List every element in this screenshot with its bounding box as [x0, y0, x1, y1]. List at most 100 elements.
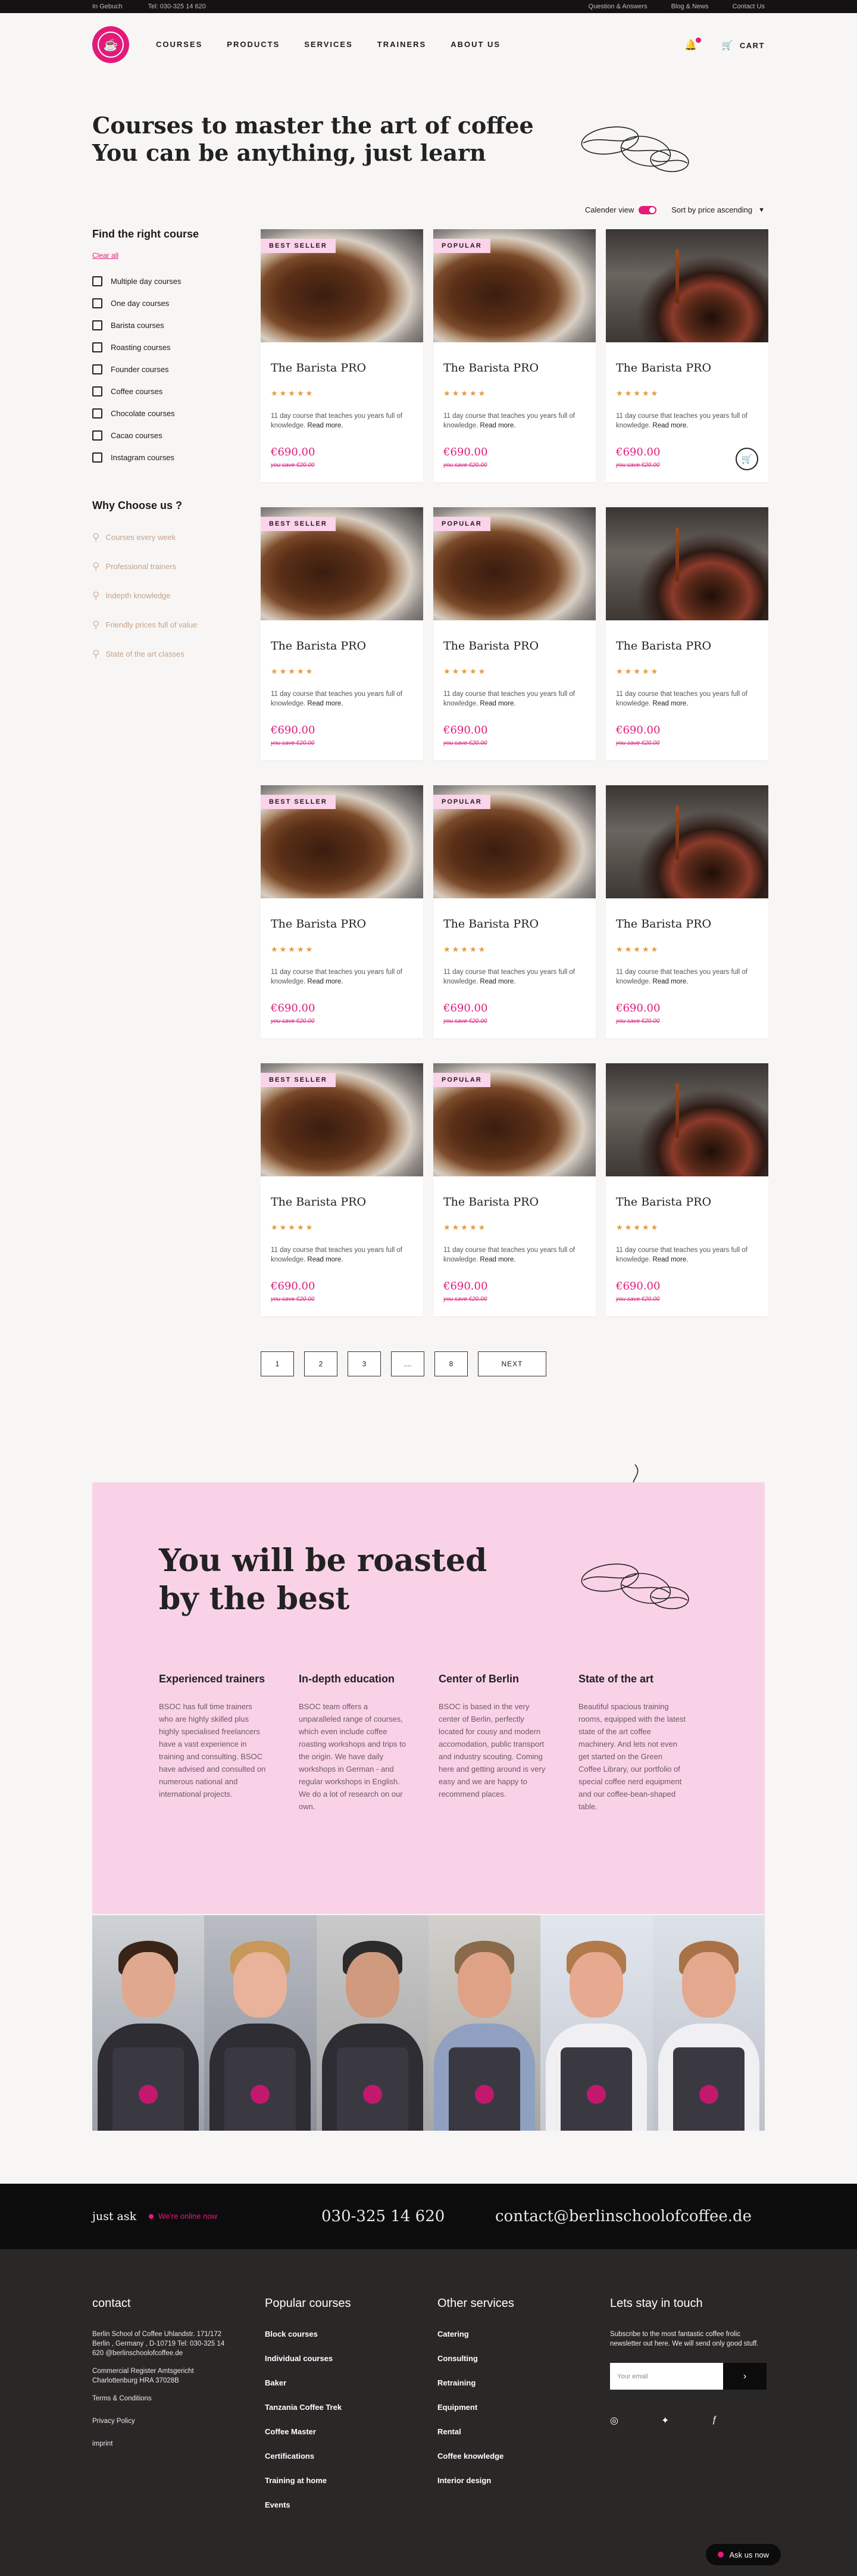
page-8[interactable]: 8 — [434, 1351, 468, 1376]
read-more-link[interactable]: Read more. — [652, 700, 688, 707]
checkbox[interactable] — [92, 430, 102, 441]
course-card[interactable]: The Barista PRO ★★★★★ 11 day course that t… — [606, 507, 768, 760]
footer-popular-item[interactable]: Events — [265, 2500, 351, 2525]
nav-courses[interactable]: COURSES — [156, 40, 202, 49]
read-more-link[interactable]: Read more. — [307, 1256, 343, 1263]
footer-link-privacy[interactable]: Privacy Policy — [92, 2416, 247, 2426]
course-title[interactable]: The Barista PRO — [616, 917, 711, 931]
read-more-link[interactable]: Read more. — [480, 978, 515, 985]
footer-link-imprint[interactable]: imprint — [92, 2439, 247, 2449]
footer-popular-item[interactable]: Block courses — [265, 2330, 351, 2354]
read-more-link[interactable]: Read more. — [307, 700, 343, 707]
checkbox[interactable] — [92, 298, 102, 308]
course-card[interactable]: BEST SELLER The Barista PRO ★★★★★ 11 day co… — [261, 507, 423, 760]
course-card[interactable]: BEST SELLER The Barista PRO ★★★★★ 11 day co… — [261, 229, 423, 482]
filter-multiple-day[interactable]: Multiple day courses — [92, 270, 253, 292]
topbar-link-qa[interactable]: Question & Answers — [589, 3, 648, 10]
read-more-link[interactable]: Read more. — [480, 1256, 515, 1263]
page-3[interactable]: 3 — [348, 1351, 381, 1376]
footer-popular-item[interactable]: Baker — [265, 2378, 351, 2403]
course-title[interactable]: The Barista PRO — [271, 1195, 366, 1209]
footer-service-item[interactable]: Catering — [437, 2330, 514, 2354]
course-title[interactable]: The Barista PRO — [443, 1195, 539, 1209]
nav-services[interactable]: SERVICES — [304, 40, 353, 49]
course-title[interactable]: The Barista PRO — [616, 361, 711, 374]
filter-roasting[interactable]: Roasting courses — [92, 336, 253, 358]
newsletter-submit-button[interactable]: › — [723, 2363, 767, 2390]
footer-popular-item[interactable]: Training at home — [265, 2476, 351, 2500]
topbar-link-contact[interactable]: Contact Us — [733, 3, 765, 10]
course-card[interactable]: POPULAR The Barista PRO ★★★★★ 11 day course… — [433, 507, 596, 760]
nav-about[interactable]: ABOUT US — [451, 40, 501, 49]
course-card[interactable]: POPULAR The Barista PRO ★★★★★ 11 day course… — [433, 1063, 596, 1316]
footer-service-item[interactable]: Interior design — [437, 2476, 514, 2500]
facebook-icon[interactable]: ƒ — [712, 2415, 717, 2427]
read-more-link[interactable]: Read more. — [307, 422, 343, 429]
course-title[interactable]: The Barista PRO — [443, 639, 539, 652]
nav-products[interactable]: PRODUCTS — [227, 40, 280, 49]
footer-service-item[interactable]: Consulting — [437, 2354, 514, 2378]
filter-barista[interactable]: Barista courses — [92, 314, 253, 336]
topbar-location[interactable]: In Gebuch — [92, 3, 123, 10]
footer-service-item[interactable]: Coffee knowledge — [437, 2452, 514, 2476]
checkbox[interactable] — [92, 342, 102, 352]
course-image[interactable] — [606, 785, 768, 898]
filter-coffee[interactable]: Coffee courses — [92, 380, 253, 402]
filter-one-day[interactable]: One day courses — [92, 292, 253, 314]
course-card[interactable]: The Barista PRO ★★★★★ 11 day course that t… — [606, 229, 768, 482]
checkbox[interactable] — [92, 452, 102, 463]
checkbox[interactable] — [92, 320, 102, 330]
footer-service-item[interactable]: Equipment — [437, 2403, 514, 2427]
filter-instagram[interactable]: Instagram courses — [92, 446, 253, 469]
clear-filters-link[interactable]: Clear all — [92, 251, 253, 260]
topbar-link-blog[interactable]: Blog & News — [671, 3, 709, 10]
course-title[interactable]: The Barista PRO — [443, 917, 539, 931]
footer-service-item[interactable]: Rental — [437, 2427, 514, 2452]
add-to-cart-icon[interactable]: 🛒 — [736, 448, 758, 470]
read-more-link[interactable]: Read more. — [307, 978, 343, 985]
course-title[interactable]: The Barista PRO — [271, 361, 366, 374]
course-card[interactable]: BEST SELLER The Barista PRO ★★★★★ 11 day co… — [261, 1063, 423, 1316]
page-1[interactable]: 1 — [261, 1351, 294, 1376]
footer-popular-item[interactable]: Individual courses — [265, 2354, 351, 2378]
newsletter-email-input[interactable]: Your email — [610, 2363, 723, 2390]
read-more-link[interactable]: Read more. — [480, 422, 515, 429]
read-more-link[interactable]: Read more. — [480, 700, 515, 707]
course-image[interactable] — [606, 1063, 768, 1176]
sort-dropdown[interactable]: Sort by price ascending — [671, 205, 752, 214]
course-image[interactable] — [606, 507, 768, 620]
checkbox[interactable] — [92, 386, 102, 396]
filter-founder[interactable]: Founder courses — [92, 358, 253, 380]
contact-phone[interactable]: 030-325 14 620 — [321, 2207, 445, 2225]
ask-us-now-button[interactable]: Ask us now — [705, 2544, 781, 2565]
notification-bell-icon[interactable]: 🔔 — [684, 38, 701, 51]
footer-popular-item[interactable]: Certifications — [265, 2452, 351, 2476]
course-card[interactable]: POPULAR The Barista PRO ★★★★★ 11 day course… — [433, 785, 596, 1038]
footer-service-item[interactable]: Retraining — [437, 2378, 514, 2403]
topbar-phone[interactable]: Tel: 030-325 14 620 — [148, 3, 206, 10]
read-more-link[interactable]: Read more. — [652, 978, 688, 985]
cart-label[interactable]: CART — [740, 41, 765, 50]
course-card[interactable]: POPULAR The Barista PRO ★★★★★ 11 day course… — [433, 229, 596, 482]
site-logo[interactable]: ☕ — [92, 26, 129, 63]
filter-cacao[interactable]: Cacao courses — [92, 424, 253, 446]
twitter-icon[interactable]: ✦ — [661, 2415, 669, 2427]
course-title[interactable]: The Barista PRO — [271, 639, 366, 652]
nav-trainers[interactable]: TRAINERS — [377, 40, 426, 49]
course-card[interactable]: BEST SELLER The Barista PRO ★★★★★ 11 day co… — [261, 785, 423, 1038]
contact-email[interactable]: contact@berlinschoolofcoffee.de — [495, 2207, 752, 2225]
course-title[interactable]: The Barista PRO — [616, 639, 711, 652]
instagram-icon[interactable]: ◎ — [610, 2415, 618, 2427]
checkbox[interactable] — [92, 364, 102, 374]
course-card[interactable]: The Barista PRO ★★★★★ 11 day course that t… — [606, 785, 768, 1038]
course-title[interactable]: The Barista PRO — [271, 917, 366, 931]
calendar-view-toggle[interactable] — [639, 205, 657, 214]
read-more-link[interactable]: Read more. — [652, 422, 688, 429]
read-more-link[interactable]: Read more. — [652, 1256, 688, 1263]
chevron-down-icon[interactable]: ▼ — [758, 207, 765, 214]
course-title[interactable]: The Barista PRO — [616, 1195, 711, 1209]
course-card[interactable]: The Barista PRO ★★★★★ 11 day course that t… — [606, 1063, 768, 1316]
course-title[interactable]: The Barista PRO — [443, 361, 539, 374]
footer-popular-item[interactable]: Coffee Master — [265, 2427, 351, 2452]
checkbox[interactable] — [92, 276, 102, 286]
